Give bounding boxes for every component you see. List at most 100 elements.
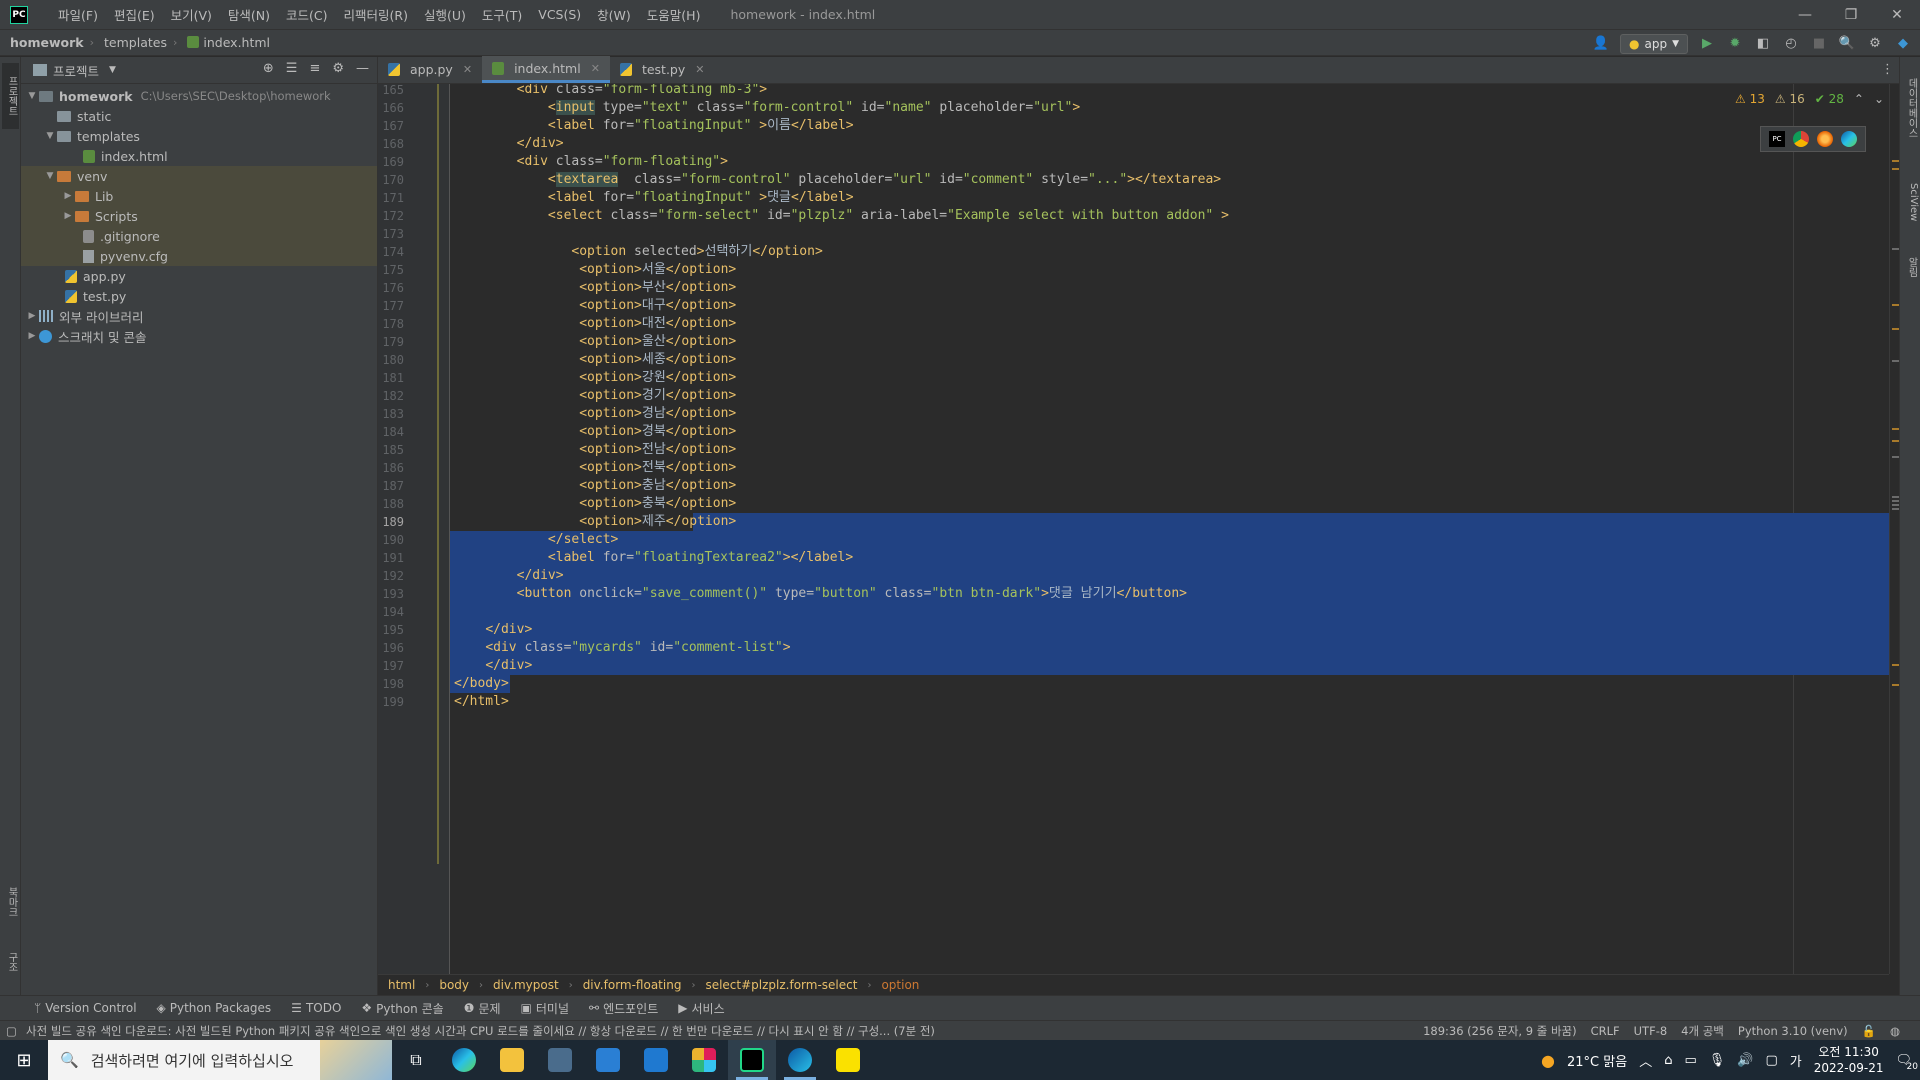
- chevron-down-icon[interactable]: ▼: [109, 65, 116, 75]
- memory-icon[interactable]: ◍: [1890, 1024, 1900, 1038]
- code-line[interactable]: 194: [378, 603, 1889, 621]
- edge-icon[interactable]: [1841, 131, 1857, 147]
- lock-icon[interactable]: 🔓: [1862, 1024, 1876, 1038]
- breadcrumb-div-form-floating[interactable]: div.form-floating: [583, 978, 682, 992]
- code-line[interactable]: 183 <option>경남</option>: [378, 405, 1889, 423]
- file-encoding[interactable]: UTF-8: [1634, 1024, 1668, 1038]
- status-message[interactable]: 사전 빌드 공유 색인 다운로드: 사전 빌드된 Python 패키지 공유 색…: [26, 1023, 1026, 1039]
- tree-item-static[interactable]: static: [21, 106, 377, 126]
- menu-file[interactable]: 파일(F): [58, 5, 98, 24]
- weak-warning-count[interactable]: ⚠ 16: [1775, 92, 1805, 106]
- code-line[interactable]: 199 </html>: [378, 693, 1889, 711]
- breadcrumb-body[interactable]: body: [439, 978, 469, 992]
- menu-vcs[interactable]: VCS(S): [538, 7, 581, 22]
- network-icon[interactable]: ⌂: [1664, 1053, 1672, 1068]
- tree-item-homework[interactable]: ▼ homework C:\Users\SEC\Desktop\homework: [21, 86, 377, 106]
- menu-tools[interactable]: 도구(T): [482, 5, 522, 24]
- breadcrumb-project[interactable]: homework: [10, 35, 84, 50]
- chevron-down-icon[interactable]: ▼: [25, 91, 39, 101]
- clock[interactable]: 오전 11:30 2022-09-21: [1814, 1044, 1884, 1076]
- windows-start-icon[interactable]: ⊞: [0, 1040, 48, 1080]
- settings-icon[interactable]: ⚙: [1866, 35, 1884, 53]
- menu-view[interactable]: 보기(V): [171, 5, 212, 24]
- code-line[interactable]: 190 </select>: [378, 531, 1889, 549]
- breadcrumb-div-mypost[interactable]: div.mypost: [493, 978, 559, 992]
- project-tool-button[interactable]: 프로젝트: [2, 63, 19, 129]
- status-panel-icon[interactable]: ▢: [6, 1024, 17, 1038]
- tab-test-py[interactable]: test.py ✕: [610, 56, 715, 83]
- code-line[interactable]: 170 <textarea class="form-control" place…: [378, 171, 1889, 189]
- tree-item-app-py[interactable]: app.py: [21, 266, 377, 286]
- slack-icon[interactable]: [680, 1040, 728, 1080]
- volume-icon[interactable]: 🔊: [1737, 1053, 1753, 1068]
- restore-button[interactable]: ❐: [1828, 0, 1874, 29]
- run-config-select[interactable]: ● app ▼: [1620, 33, 1688, 54]
- chevron-right-icon[interactable]: ▶: [25, 331, 39, 341]
- typo-count[interactable]: ✔ 28: [1815, 92, 1844, 106]
- code-editor[interactable]: 165 <div class="form-floating mb-3"> 166 …: [378, 84, 1889, 974]
- notifications-tool-button[interactable]: 알림: [1902, 247, 1919, 287]
- code-line[interactable]: 188 <option>충북</option>: [378, 495, 1889, 513]
- tree-item-external-libraries[interactable]: ▶ 외부 라이브러리: [21, 306, 377, 326]
- editor-scrollbar[interactable]: [1889, 84, 1899, 974]
- chevron-down-icon[interactable]: ▼: [43, 171, 57, 181]
- locate-file-icon[interactable]: ⊕: [263, 61, 274, 76]
- tree-item-gitignore[interactable]: .gitignore: [21, 226, 377, 246]
- chevron-down-icon[interactable]: ▼: [43, 131, 57, 141]
- gear-icon[interactable]: ⚙: [332, 61, 344, 76]
- menu-navigate[interactable]: 탐색(N): [228, 5, 270, 24]
- menu-edit[interactable]: 편집(E): [114, 5, 155, 24]
- tree-item-scratches[interactable]: ▶ 스크래치 및 콘솔: [21, 326, 377, 346]
- tree-item-index-html[interactable]: index.html: [21, 146, 377, 166]
- coverage-icon[interactable]: ◧: [1754, 35, 1772, 53]
- indent-setting[interactable]: 4개 공백: [1681, 1023, 1724, 1039]
- display-icon[interactable]: ▢: [1765, 1053, 1777, 1068]
- code-line[interactable]: 175 <option>서울</option>: [378, 261, 1889, 279]
- tab-index-html[interactable]: index.html ✕: [482, 56, 610, 83]
- plugin-icon[interactable]: ◆: [1894, 35, 1912, 53]
- mail-icon[interactable]: [632, 1040, 680, 1080]
- close-icon[interactable]: ✕: [463, 63, 472, 76]
- code-line[interactable]: 174 <option selected>선택하기</option>: [378, 243, 1889, 261]
- code-line[interactable]: 195 </div>: [378, 621, 1889, 639]
- chevron-right-icon[interactable]: ▶: [61, 191, 75, 201]
- store-icon[interactable]: [584, 1040, 632, 1080]
- tree-item-scripts[interactable]: ▶ Scripts: [21, 206, 377, 226]
- more-vertical-icon[interactable]: ⋮: [1881, 62, 1894, 77]
- code-line[interactable]: 165 <div class="form-floating mb-3">: [378, 84, 1889, 99]
- expand-all-icon[interactable]: ☰: [286, 61, 298, 76]
- code-line[interactable]: 177 <option>대구</option>: [378, 297, 1889, 315]
- kakaotalk-icon[interactable]: [824, 1040, 872, 1080]
- chrome-icon[interactable]: [1793, 131, 1809, 147]
- calculator-icon[interactable]: [536, 1040, 584, 1080]
- terminal-tool-button[interactable]: ▣ 터미널: [521, 1000, 569, 1017]
- services-tool-button[interactable]: ▶ 서비스: [678, 1000, 724, 1017]
- menu-window[interactable]: 창(W): [597, 5, 631, 24]
- pycharm-browser-icon[interactable]: PC: [1769, 131, 1785, 147]
- breadcrumb-option[interactable]: option: [881, 978, 919, 992]
- edge-taskbar-icon[interactable]: [440, 1040, 488, 1080]
- code-line[interactable]: 189 <option>제주</option>: [378, 513, 1889, 531]
- edge-dev-taskbar-icon[interactable]: [776, 1040, 824, 1080]
- tree-item-lib[interactable]: ▶ Lib: [21, 186, 377, 206]
- chevron-right-icon[interactable]: ▶: [25, 311, 39, 321]
- code-line[interactable]: 187 <option>충남</option>: [378, 477, 1889, 495]
- tree-item-pyvenv-cfg[interactable]: pyvenv.cfg: [21, 246, 377, 266]
- tree-item-venv[interactable]: ▼ venv: [21, 166, 377, 186]
- code-line[interactable]: 185 <option>전남</option>: [378, 441, 1889, 459]
- structure-tool-button[interactable]: 구조: [2, 937, 19, 987]
- user-icon[interactable]: 👤: [1592, 35, 1610, 53]
- code-line[interactable]: 191 <label for="floatingTextarea2"></lab…: [378, 549, 1889, 567]
- code-line[interactable]: 176 <option>부산</option>: [378, 279, 1889, 297]
- windows-search-box[interactable]: 🔍 검색하려면 여기에 입력하십시오: [48, 1040, 392, 1080]
- code-line[interactable]: 196 <div class="mycards" id="comment-lis…: [378, 639, 1889, 657]
- file-explorer-icon[interactable]: [488, 1040, 536, 1080]
- database-tool-button[interactable]: 데이터베이스: [1902, 63, 1919, 153]
- chevron-right-icon[interactable]: ▶: [61, 211, 75, 221]
- code-line[interactable]: 178 <option>대전</option>: [378, 315, 1889, 333]
- todo-tool-button[interactable]: ☰ TODO: [291, 1001, 341, 1015]
- sciview-tool-button[interactable]: SciView: [1902, 167, 1919, 237]
- line-separator[interactable]: CRLF: [1591, 1024, 1620, 1038]
- breadcrumb-html[interactable]: html: [388, 978, 415, 992]
- notification-center-icon[interactable]: 🗨 20: [1895, 1053, 1918, 1072]
